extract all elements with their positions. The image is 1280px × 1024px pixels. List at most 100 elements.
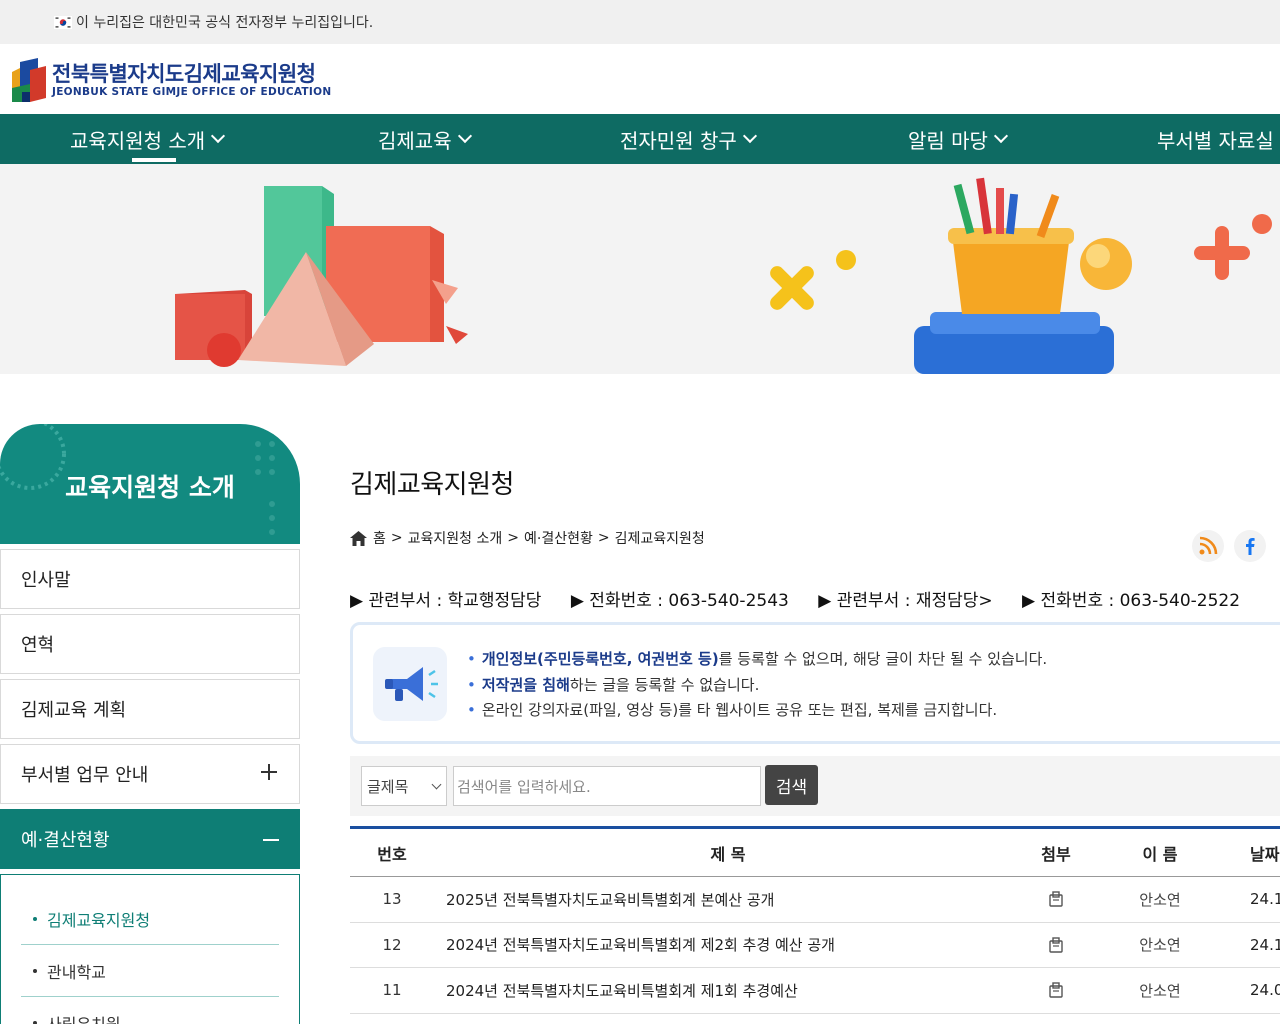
search-bar: 글제목 검색어를 입력하세요. 검색 — [350, 756, 1280, 816]
breadcrumb-separator: > — [507, 530, 519, 546]
row-author: 안소연 — [1139, 890, 1181, 909]
row-title-link[interactable]: 2024년 전북특별자치도교육비특별회계 제1회 추경예산 — [446, 968, 1046, 1013]
row-no: 13 — [382, 890, 402, 909]
nav-item-intro[interactable]: 교육지원청 소개 — [70, 114, 226, 164]
nav-item-label: 교육지원청 소개 — [70, 128, 206, 153]
col-header-attach: 첨부 — [1041, 844, 1071, 864]
sidebar-item-greeting[interactable]: 인사말 — [0, 549, 300, 609]
search-button[interactable]: 검색 — [765, 765, 818, 805]
plus-icon — [261, 763, 279, 781]
breadcrumb: 홈 > 교육지원청 소개 > 예·결산현황 > 김제교육지원청 — [350, 528, 705, 548]
nav-active-indicator — [132, 158, 176, 162]
nav-item-e-civil[interactable]: 전자민원 창구 — [620, 114, 757, 164]
posting-notice: • 개인정보(주민등록번호, 여권번호 등)를 등록할 수 없으며, 해당 글이 … — [350, 622, 1280, 744]
chevron-down-icon — [742, 128, 757, 144]
row-date: 24.12 — [1250, 890, 1280, 909]
col-header-date: 날짜 — [1250, 844, 1280, 864]
rss-icon — [1199, 536, 1218, 555]
row-title-link[interactable]: 2024년 전북특별자치도교육비특별회계 제2회 추경 예산 공개 — [446, 923, 1046, 968]
table-row: 12 2024년 전북특별자치도교육비특별회계 제2회 추경 예산 공개 안소연… — [350, 923, 1280, 968]
col-header-name: 이 름 — [1142, 844, 1178, 864]
dept-finance-phone: ▶ 전화번호 : 063-540-2522 — [1022, 591, 1241, 611]
minus-icon — [263, 839, 279, 841]
facebook-icon — [1246, 538, 1255, 555]
logo-title-ko: 전북특별자치도김제교육지원청 — [52, 62, 316, 86]
korean-flag-icon — [54, 15, 72, 29]
table-row: 13 2025년 전북특별자치도교육비특별회계 본예산 공개 안소연 24.12 — [350, 877, 1280, 923]
hero-illustration — [175, 177, 1272, 374]
breadcrumb-separator: > — [597, 530, 610, 546]
attachment-icon[interactable] — [1026, 877, 1086, 922]
breadcrumb-current: 김제교육지원청 — [614, 531, 705, 547]
bullet-icon — [33, 916, 37, 921]
home-icon — [350, 530, 367, 546]
nav-item-dept-archive[interactable]: 부서별 자료실 — [1157, 114, 1274, 164]
sidebar-item-budget[interactable]: 예·결산현황 — [0, 809, 300, 869]
main-nav: 교육지원청 소개 김제교육 전자민원 창구 알림 마당 부서별 자료실 — [0, 114, 1280, 164]
submenu-item-kindergarten[interactable]: 사립유치원 — [21, 997, 279, 1024]
sidebar-item-dept-guide[interactable]: 부서별 업무 안내 — [0, 744, 300, 804]
breadcrumb-separator: > — [390, 530, 403, 546]
sidebar-item-label: 부서별 업무 안내 — [21, 765, 149, 786]
submenu-item-label: 김제교육지원청 — [47, 910, 151, 930]
search-field-selected: 글제목 — [367, 777, 409, 796]
chevron-down-icon — [457, 128, 472, 144]
bullet-icon — [33, 968, 37, 973]
row-date: 24.07 — [1250, 981, 1280, 1000]
sidebar-item-education-plan[interactable]: 김제교육 계획 — [0, 679, 300, 739]
dept-finance: ▶ 관련부서 : 재정담당> — [818, 591, 993, 611]
logo-title-en: JEONBUK STATE GIMJE OFFICE OF EDUCATION — [52, 86, 332, 98]
row-no: 11 — [382, 981, 402, 1000]
attachment-icon[interactable] — [1026, 923, 1086, 968]
notice-line-personal-info: • 개인정보(주민등록번호, 여권번호 등)를 등록할 수 없으며, 해당 글이 … — [467, 650, 1048, 668]
col-header-title: 제 목 — [710, 844, 746, 864]
submenu-item-schools[interactable]: 관내학교 — [21, 945, 279, 997]
nav-item-label: 전자민원 창구 — [620, 128, 737, 153]
table-header: 번호 제 목 첨부 이 름 날짜 — [350, 829, 1280, 877]
budget-table: 번호 제 목 첨부 이 름 날짜 13 2025년 전북특별자치도교육비특별회계… — [350, 826, 1280, 1014]
search-field-select[interactable]: 글제목 — [361, 766, 447, 806]
dept-school-admin-phone: ▶ 전화번호 : 063-540-2543 — [570, 591, 789, 611]
page-title: 김제교육지원청 — [350, 470, 514, 500]
hero-banner — [0, 164, 1280, 374]
megaphone-icon — [373, 647, 447, 721]
submenu-item-gimje-office[interactable]: 김제교육지원청 — [21, 893, 279, 945]
sidebar-item-label: 인사말 — [21, 570, 71, 591]
department-info: ▶ 관련부서 : 학교행정담당 ▶ 전화번호 : 063-540-2543 ▶ … — [350, 586, 1264, 611]
breadcrumb-item[interactable]: 예·결산현황 — [524, 528, 593, 548]
attachment-icon[interactable] — [1026, 968, 1086, 1013]
breadcrumb-home[interactable]: 홈 — [373, 528, 386, 548]
row-author: 안소연 — [1139, 981, 1181, 1000]
sidebar-item-label: 연혁 — [21, 635, 55, 656]
nav-item-notice[interactable]: 알림 마당 — [908, 114, 1009, 164]
site-header: 전북특별자치도김제교육지원청 JEONBUK STATE GIMJE OFFIC… — [0, 44, 1280, 114]
notice-line-lecture-material: • 온라인 강의자료(파일, 영상 등)를 타 웹사이트 공유 또는 편집, 복제… — [467, 701, 998, 719]
nav-item-label: 알림 마당 — [908, 128, 988, 153]
chevron-down-icon — [211, 128, 226, 144]
site-logo[interactable]: 전북특별자치도김제교육지원청 JEONBUK STATE GIMJE OFFIC… — [8, 58, 331, 102]
search-placeholder: 검색어를 입력하세요. — [457, 777, 591, 796]
notice-line3: 온라인 강의자료(파일, 영상 등)를 타 웹사이트 공유 또는 편집, 복제를… — [481, 701, 998, 719]
table-row: 11 2024년 전북특별자치도교육비특별회계 제1회 추경예산 안소연 24.… — [350, 968, 1280, 1014]
sidebar-item-history[interactable]: 연혁 — [0, 614, 300, 674]
chevron-down-icon — [993, 128, 1009, 144]
logo-emblem-icon — [12, 58, 46, 102]
search-input[interactable]: 검색어를 입력하세요. — [453, 766, 761, 806]
nav-item-gimje-education[interactable]: 김제교육 — [378, 114, 472, 164]
nav-item-label: 부서별 자료실 — [1157, 128, 1274, 153]
notice-line1-bold: 개인정보(주민등록번호, 여권번호 등) — [481, 650, 719, 668]
row-no: 12 — [382, 935, 402, 954]
row-author: 안소연 — [1139, 936, 1181, 955]
notice-line2-rest: 하는 글을 등록할 수 없습니다. — [569, 675, 760, 694]
notice-line2-bold: 저작권을 침해 — [481, 675, 570, 694]
notice-line-copyright: • 저작권을 침해하는 글을 등록할 수 없습니다. — [467, 675, 760, 694]
facebook-share-button[interactable] — [1234, 530, 1266, 562]
submenu-item-label: 관내학교 — [47, 962, 106, 982]
notice-line1-rest: 를 등록할 수 없으며, 해당 글이 차단 될 수 있습니다. — [718, 650, 1048, 668]
rss-button[interactable] — [1192, 530, 1224, 562]
dept-school-admin: ▶ 관련부서 : 학교행정담당 — [350, 591, 542, 611]
submenu-item-label: 사립유치원 — [47, 1011, 121, 1024]
breadcrumb-item[interactable]: 교육지원청 소개 — [408, 528, 503, 548]
chevron-down-icon — [431, 779, 442, 790]
row-title-link[interactable]: 2025년 전북특별자치도교육비특별회계 본예산 공개 — [446, 877, 1046, 922]
